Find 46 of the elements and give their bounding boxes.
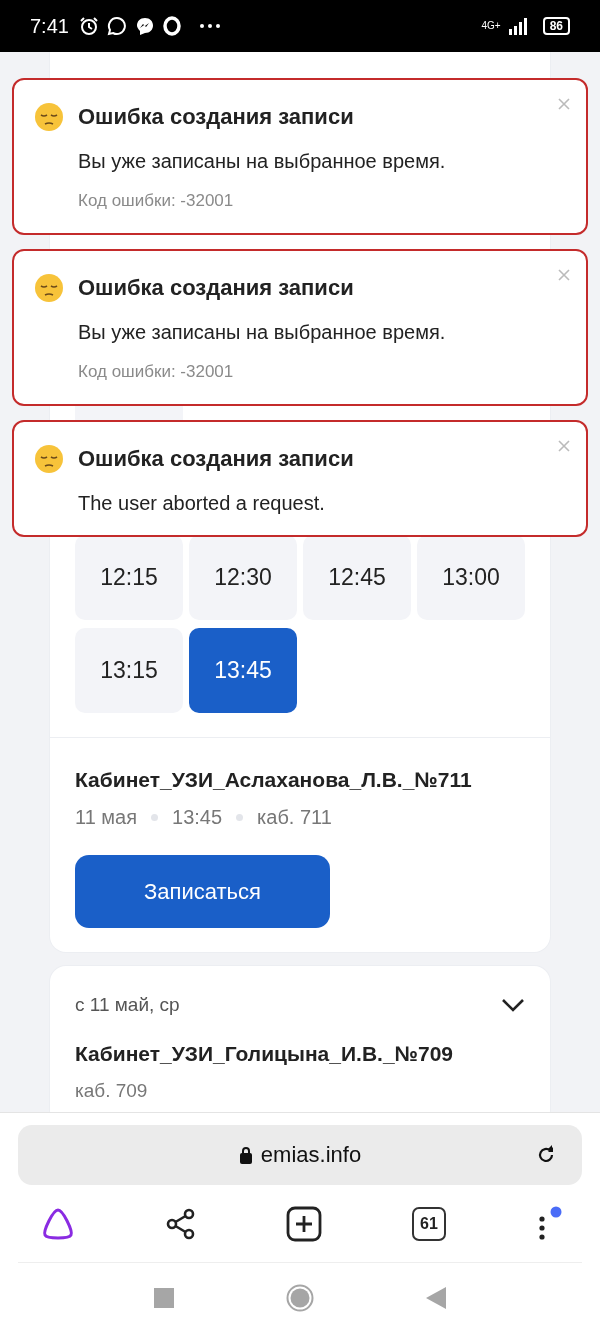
error-code: Код ошибки: -32001: [78, 191, 235, 211]
url-text: emias.info: [260, 1142, 362, 1168]
date-label: с 11 май, ср: [75, 994, 180, 1016]
toast-title: Ошибка создания записи: [78, 275, 354, 301]
toast-message: Вы уже записаны на выбранное время.: [78, 150, 447, 173]
alarm-icon: [78, 16, 99, 36]
status-time: 7:41: [30, 14, 69, 38]
messenger-icon: [134, 16, 155, 36]
address-bar[interactable]: emias.info: [18, 1125, 582, 1185]
time-slot[interactable]: 12:45: [303, 535, 411, 620]
appointment-date: 11 мая: [75, 806, 138, 829]
room-name: Кабинет_УЗИ_Аслаханова_Л.В._№711: [75, 768, 473, 792]
new-tab-icon[interactable]: [286, 1205, 322, 1242]
signal-icon: [508, 17, 529, 35]
room-name: Кабинет_УЗИ_Голицына_И.В._№709: [75, 1042, 455, 1066]
room-number: каб. 709: [75, 1080, 149, 1102]
sad-face-icon: [34, 273, 64, 303]
reload-icon[interactable]: [536, 1145, 556, 1165]
chat-icon: [106, 16, 127, 36]
error-code: Код ошибки: -32001: [78, 362, 235, 382]
share-icon[interactable]: [166, 1207, 196, 1240]
time-slot[interactable]: 13:15: [75, 628, 183, 713]
toast-message: The user aborted a request.: [78, 492, 326, 515]
time-slot[interactable]: 12:15: [75, 535, 183, 620]
toast-title: Ошибка создания записи: [78, 446, 354, 472]
toast-title: Ошибка создания записи: [78, 104, 354, 130]
time-slot[interactable]: 13:00: [417, 535, 525, 620]
battery-level: 86: [542, 17, 570, 35]
toast-message: Вы уже записаны на выбранное время.: [78, 321, 447, 344]
room-number: каб. 711: [257, 806, 332, 829]
menu-icon[interactable]: [536, 1205, 562, 1242]
time-slot[interactable]: 13:45: [189, 628, 297, 713]
network-type: 4G+: [481, 21, 501, 31]
more-icon: [198, 23, 221, 29]
sad-face-icon: [34, 102, 64, 132]
chevron-icon[interactable]: [501, 998, 525, 1012]
time-slot[interactable]: 12:30: [189, 535, 297, 620]
ring-icon: [162, 16, 181, 36]
appointment-time: 13:45: [172, 806, 223, 829]
separator-dot: [151, 814, 159, 821]
sad-face-icon: [34, 444, 64, 474]
separator-dot: [236, 814, 244, 821]
assistant-icon[interactable]: [40, 1206, 76, 1241]
tab-count[interactable]: 61: [412, 1206, 446, 1241]
lock-icon: [238, 1146, 253, 1164]
book-button[interactable]: Записаться: [75, 855, 330, 928]
